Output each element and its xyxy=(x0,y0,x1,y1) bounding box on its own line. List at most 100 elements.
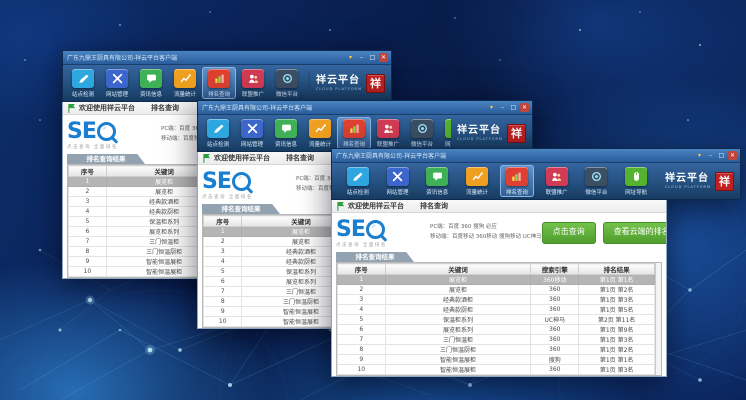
toolbar-item[interactable]: 网址导航 xyxy=(304,67,310,99)
toolbar-item-label: 联盟推广 xyxy=(540,188,574,196)
toolbar-item-label: 资讯信息 xyxy=(420,188,454,196)
maximize-icon[interactable]: □ xyxy=(368,53,377,62)
toolbar-item[interactable]: 网站管理 xyxy=(100,67,134,99)
table-row[interactable]: 10 智能恒温展柜 360 第1页 第3名 xyxy=(338,365,655,375)
skin-icon[interactable]: ▾ xyxy=(695,151,704,160)
toolbar-item[interactable]: 流量统计 xyxy=(303,117,337,149)
toolbar-item[interactable]: 联盟推广 xyxy=(236,67,270,99)
main-toolbar: 站点检测 网站管理 资讯信息 xyxy=(198,115,532,151)
toolbar-item-label: 微信平台 xyxy=(405,140,439,148)
toolbar-item[interactable]: 网址导航 xyxy=(439,117,451,149)
message-icon xyxy=(275,119,297,138)
cloud-rank-button[interactable]: 查看云端的排名 xyxy=(603,222,668,244)
mouse-icon xyxy=(625,167,647,186)
toolbar-items: 站点检测 网站管理 资讯信息 xyxy=(335,165,659,197)
tab-rank-results[interactable]: 排名查询结果 xyxy=(336,252,414,262)
close-icon[interactable]: ✕ xyxy=(728,151,737,160)
content-panel: 欢迎使用祥云平台 排名查询 SE 点击查询 全面排名 PC端：百度 360 搜狗… xyxy=(331,200,667,377)
seo-logo: SE 点击查询 全面排名 xyxy=(67,121,155,150)
table-row[interactable]: 4 经典款厨柜 360 第1页 第5名 xyxy=(338,305,655,315)
toolbar-item-label: 资讯信息 xyxy=(269,140,303,148)
toolbar-item[interactable]: 站点检测 xyxy=(201,117,235,149)
table-row[interactable]: 9 智能恒温展柜 搜狗 第1页 第1名 xyxy=(338,355,655,365)
toolbar-item[interactable]: 流量统计 xyxy=(460,165,494,197)
pc-engines: PC端：百度 360 搜狗 必应 xyxy=(430,223,542,233)
toolbar-item-label: 站点检测 xyxy=(66,90,100,98)
query-button[interactable]: 点击查询 xyxy=(542,222,596,244)
table-row[interactable]: 8 三门恒温厨柜 360 第1页 第2名 xyxy=(338,345,655,355)
people-icon xyxy=(377,119,399,138)
brand-subtitle: CLOUD PLATFORM xyxy=(457,137,503,141)
toolbar-items: 站点检测 网站管理 资讯信息 xyxy=(201,117,451,149)
close-icon[interactable]: ✕ xyxy=(379,53,388,62)
maximize-icon[interactable]: □ xyxy=(509,103,518,112)
tab-rank-results[interactable]: 排名查询结果 xyxy=(67,154,145,164)
toolbar-item[interactable]: 微信平台 xyxy=(405,117,439,149)
people-icon xyxy=(546,167,568,186)
main-toolbar: 站点检测 网站管理 资讯信息 xyxy=(63,65,391,101)
column-header-rank: 排名结果 xyxy=(579,264,655,275)
skin-icon[interactable]: ▾ xyxy=(346,53,355,62)
bar-chart-icon xyxy=(208,69,230,88)
welcome-text: 欢迎使用祥云平台 xyxy=(79,103,135,113)
minimize-icon[interactable]: – xyxy=(706,151,715,160)
bar-chart-icon xyxy=(343,119,365,138)
app-window: 广东九鼎王厨具有限公司-祥云平台客户端 ▾ – □ ✕ 站点检测 xyxy=(331,148,741,353)
seo-logo: SE 点击查询 全面排名 xyxy=(336,219,424,248)
section-title: 排名查询 xyxy=(420,201,448,211)
toolbar-item[interactable]: 排名查询 xyxy=(202,67,236,99)
toolbar-item-label: 网站管理 xyxy=(381,188,415,196)
toolbar-item[interactable]: 排名查询 xyxy=(500,165,534,197)
title-bar: 广东九鼎王厨具有限公司-祥云平台客户端 ▾ – □ ✕ xyxy=(198,101,532,115)
toolbar-item[interactable]: 资讯信息 xyxy=(134,67,168,99)
table-row[interactable]: 5 保温柜系列 UC神马 第2页 第11名 xyxy=(338,315,655,325)
table-row[interactable]: 2 展览柜 360 第1页 第2名 xyxy=(338,285,655,295)
toolbar-item[interactable]: 微信平台 xyxy=(579,165,613,197)
window-controls: ▾ – □ ✕ xyxy=(487,103,529,112)
close-icon[interactable]: ✕ xyxy=(520,103,529,112)
bar-chart-icon xyxy=(506,167,528,186)
seo-tagline: 点击查询 全面排名 xyxy=(202,194,290,200)
section-title: 排名查询 xyxy=(151,103,179,113)
maximize-icon[interactable]: □ xyxy=(717,151,726,160)
toolbar-item-label: 流量统计 xyxy=(303,140,337,148)
minimize-icon[interactable]: – xyxy=(498,103,507,112)
table-row[interactable]: 7 三门恒温柜 360 第1页 第3名 xyxy=(338,335,655,345)
table-scrollbar[interactable] xyxy=(655,263,661,375)
magnifier-icon xyxy=(97,122,116,141)
toolbar-item[interactable]: 网址导航 xyxy=(619,165,653,197)
toolbar-item[interactable]: 资讯信息 xyxy=(269,117,303,149)
window-chrome: 广东九鼎王厨具有限公司-祥云平台客户端 ▾ – □ ✕ 站点检测 xyxy=(331,148,741,200)
brand-seal: 祥 xyxy=(366,74,385,93)
toolbar-item-label: 排名查询 xyxy=(500,188,534,196)
toolbar-item[interactable]: 资讯信息 xyxy=(420,165,454,197)
brand-name: 祥云平台 xyxy=(665,174,711,184)
brand-subtitle: CLOUD PLATFORM xyxy=(665,185,711,189)
toolbar-item[interactable]: 网站管理 xyxy=(235,117,269,149)
skin-icon[interactable]: ▾ xyxy=(487,103,496,112)
welcome-text: 欢迎使用祥云平台 xyxy=(214,153,270,163)
table-row[interactable]: 6 展览柜系列 360 第1页 第9名 xyxy=(338,325,655,335)
seo-header-row: SE 点击查询 全面排名 PC端：百度 360 搜狗 必应 移动端：百度移动 3… xyxy=(336,216,662,250)
toolbar-item[interactable]: 站点检测 xyxy=(66,67,100,99)
table-row[interactable]: 1 展览柜 360移动 第1页 第1名 xyxy=(338,275,655,285)
toolbar-item[interactable]: 排名查询 xyxy=(337,117,371,149)
wechat-icon xyxy=(411,119,433,138)
minimize-icon[interactable]: – xyxy=(357,53,366,62)
toolbar-item[interactable]: 网站管理 xyxy=(381,165,415,197)
column-header-keyword: 关键词 xyxy=(385,264,531,275)
window-title: 广东九鼎王厨具有限公司-祥云平台客户端 xyxy=(202,103,487,112)
toolbar-item-label: 微信平台 xyxy=(270,90,304,98)
table-row[interactable]: 3 经典款酒柜 360 第1页 第3名 xyxy=(338,295,655,305)
toolbar-item[interactable]: 微信平台 xyxy=(270,67,304,99)
tab-rank-results[interactable]: 排名查询结果 xyxy=(202,204,280,214)
toolbar-item[interactable]: 联盟推广 xyxy=(540,165,574,197)
toolbar-item-label: 联盟推广 xyxy=(236,90,270,98)
brand-logo: 祥云平台 CLOUD PLATFORM 祥 xyxy=(457,124,526,143)
toolbar-item[interactable]: 流量统计 xyxy=(168,67,202,99)
toolbar-item[interactable]: 站点检测 xyxy=(341,165,375,197)
column-header-no: 序号 xyxy=(338,264,386,275)
toolbar-item-label: 网站管理 xyxy=(100,90,134,98)
toolbar-item[interactable]: 联盟推广 xyxy=(371,117,405,149)
message-icon xyxy=(426,167,448,186)
